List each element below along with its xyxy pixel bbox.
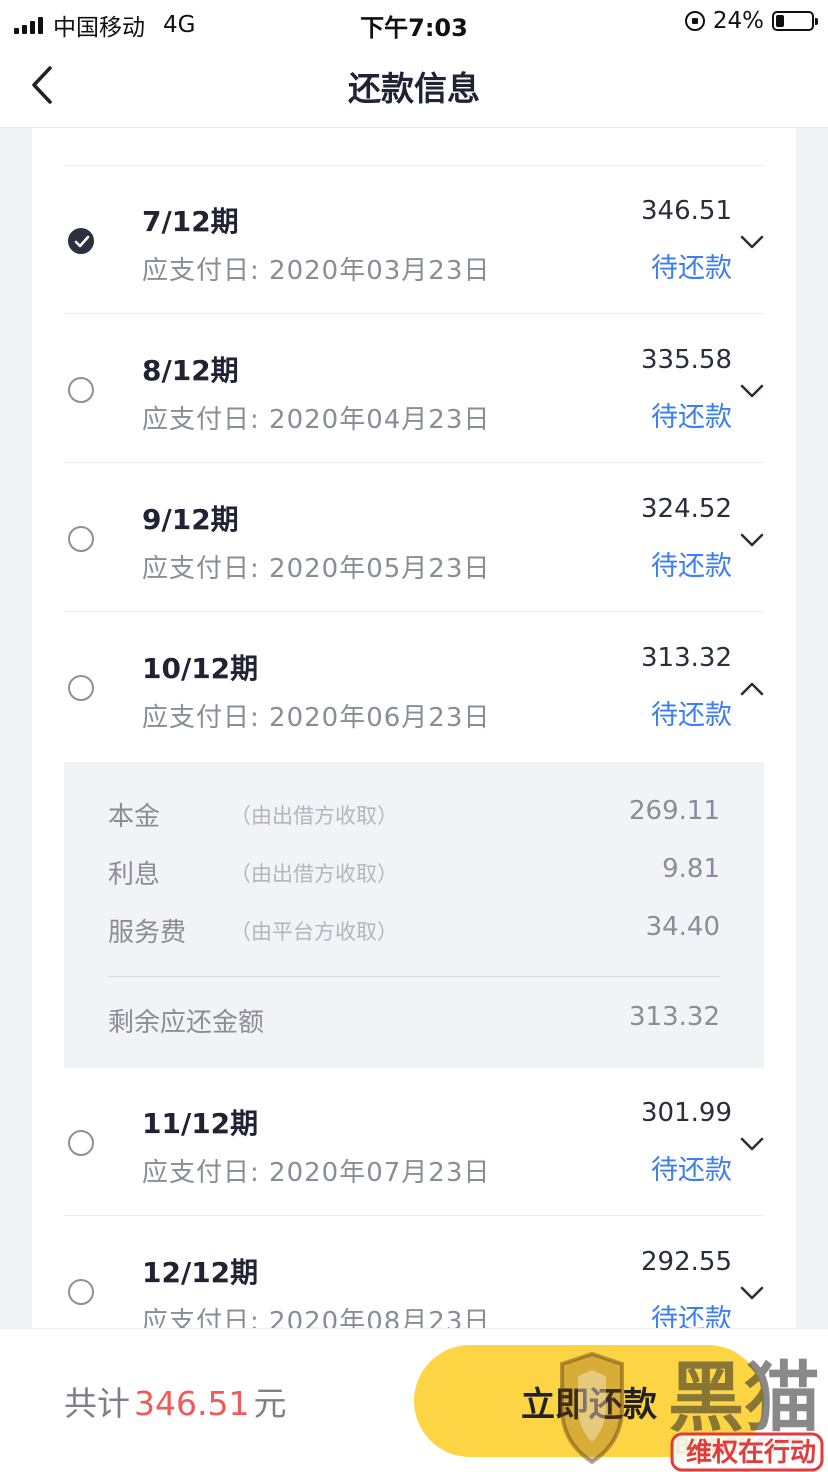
repayment-list[interactable]: 7/12期 应支付日: 2020年03月23日 346.51 待还款 8/12期… — [32, 128, 796, 1328]
period-status: 待还款 — [651, 1155, 732, 1186]
period-due-date: 应支付日: 2020年03月23日 — [142, 256, 491, 286]
battery-percent: 24% — [712, 8, 764, 34]
period-status: 待还款 — [651, 253, 732, 284]
period-title: 9/12期 — [142, 503, 239, 536]
total-prefix: 共计 — [64, 1384, 130, 1423]
breakdown-row: 服务费 （由平台方收取） 34.40 — [108, 912, 720, 952]
period-due-date: 应支付日: 2020年08月23日 — [142, 1307, 491, 1328]
breakdown-value: 9.81 — [662, 854, 720, 884]
check-icon — [74, 235, 90, 248]
total-number: 346.51 — [134, 1384, 250, 1423]
chevron-down-icon[interactable] — [740, 383, 764, 399]
total-amount: 共计 346.51 元 — [64, 1377, 286, 1425]
period-status: 待还款 — [651, 1304, 732, 1328]
chevron-up-icon[interactable] — [740, 681, 764, 697]
period-title: 7/12期 — [142, 205, 239, 238]
period-due-date: 应支付日: 2020年04月23日 — [142, 405, 491, 435]
period-due-date: 应支付日: 2020年05月23日 — [142, 554, 491, 584]
breakdown-label: 服务费 — [108, 918, 187, 948]
breakdown-row: 本金 （由出借方收取） 269.11 — [108, 796, 720, 836]
breakdown-value: 34.40 — [645, 912, 720, 942]
period-amount: 346.51 — [641, 196, 732, 226]
pay-now-button[interactable]: 立即还款 — [414, 1345, 764, 1457]
breakdown-note: （由平台方收取） — [230, 920, 398, 944]
period-row-expanded[interactable]: 10/12期 应支付日: 2020年06月23日 313.32 待还款 — [64, 613, 764, 761]
radio-unchecked[interactable] — [68, 377, 94, 403]
period-amount: 335.58 — [641, 345, 732, 375]
period-amount: 324.52 — [641, 494, 732, 524]
remaining-value: 313.32 — [629, 1002, 720, 1032]
divider — [108, 976, 720, 977]
period-title: 10/12期 — [142, 652, 259, 685]
period-row[interactable]: 12/12期 应支付日: 2020年08月23日 292.55 待还款 — [64, 1217, 764, 1328]
radio-unchecked[interactable] — [68, 675, 94, 701]
chevron-down-icon[interactable] — [740, 234, 764, 250]
chevron-down-icon[interactable] — [740, 1136, 764, 1152]
period-title: 11/12期 — [142, 1107, 259, 1140]
period-amount: 301.99 — [641, 1098, 732, 1128]
breakdown-note: （由出借方收取） — [230, 862, 398, 886]
period-due-date: 应支付日: 2020年07月23日 — [142, 1158, 491, 1188]
radio-unchecked[interactable] — [68, 526, 94, 552]
period-status: 待还款 — [651, 402, 732, 433]
period-title: 8/12期 — [142, 354, 239, 387]
breakdown-row: 利息 （由出借方收取） 9.81 — [108, 854, 720, 894]
breakdown-note: （由出借方收取） — [230, 804, 398, 828]
rotation-lock-icon — [684, 11, 705, 31]
payment-breakdown: 本金 （由出借方收取） 269.11 利息 （由出借方收取） 9.81 服务费 … — [64, 762, 764, 1068]
period-row[interactable]: 8/12期 应支付日: 2020年04月23日 335.58 待还款 — [64, 315, 764, 463]
remaining-label: 剩余应还金额 — [108, 1008, 265, 1038]
radio-unchecked[interactable] — [68, 1279, 94, 1305]
breakdown-label: 本金 — [108, 802, 161, 832]
status-bar: 中国移动 4G 下午7:03 24% — [0, 0, 828, 42]
chevron-down-icon[interactable] — [740, 1285, 764, 1301]
page-title: 还款信息 — [348, 69, 480, 108]
period-row[interactable]: 9/12期 应支付日: 2020年05月23日 324.52 待还款 — [64, 464, 764, 612]
chevron-down-icon[interactable] — [740, 532, 764, 548]
period-title: 12/12期 — [142, 1256, 259, 1289]
breakdown-label: 利息 — [108, 860, 161, 890]
bottom-bar: 共计 346.51 元 立即还款 — [0, 1328, 828, 1472]
period-status: 待还款 — [651, 551, 732, 582]
period-amount: 313.32 — [641, 643, 732, 673]
nav-bar: 还款信息 — [0, 42, 828, 128]
total-unit: 元 — [253, 1384, 287, 1423]
battery-icon — [772, 11, 818, 31]
period-row[interactable]: 7/12期 应支付日: 2020年03月23日 346.51 待还款 — [64, 166, 764, 314]
period-due-date: 应支付日: 2020年06月23日 — [142, 703, 491, 733]
list-item-partial — [64, 128, 764, 166]
period-amount: 292.55 — [641, 1247, 732, 1277]
remaining-row: 剩余应还金额 313.32 — [108, 1002, 720, 1042]
breakdown-value: 269.11 — [629, 796, 720, 826]
period-row[interactable]: 11/12期 应支付日: 2020年07月23日 301.99 待还款 — [64, 1068, 764, 1216]
status-right: 24% — [684, 8, 818, 34]
radio-checked[interactable] — [68, 228, 94, 254]
period-status: 待还款 — [651, 700, 732, 731]
radio-unchecked[interactable] — [68, 1130, 94, 1156]
